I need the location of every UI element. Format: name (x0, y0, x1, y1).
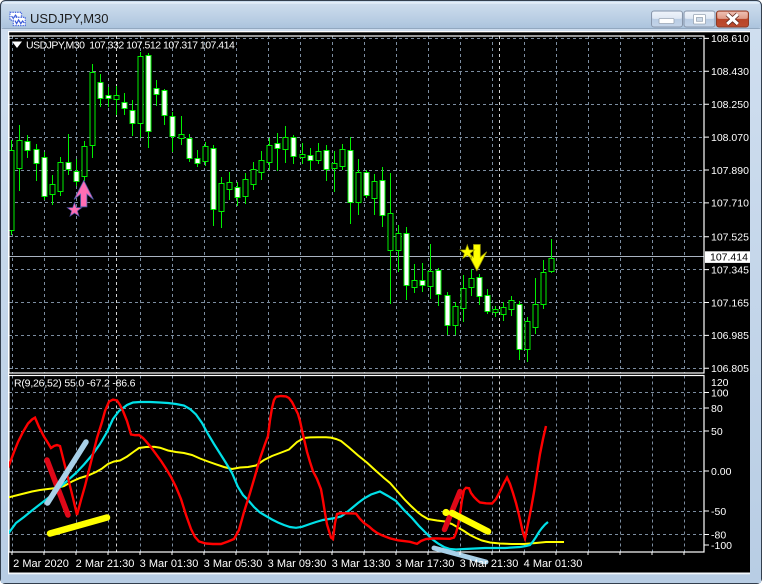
svg-text:106.985: 106.985 (711, 330, 749, 342)
svg-text:107.414: 107.414 (710, 252, 748, 264)
svg-text:4 Mar 01:30: 4 Mar 01:30 (524, 558, 583, 570)
svg-text:107.525: 107.525 (711, 232, 749, 244)
svg-text:R(9,26,52) 55.0 -67.2 -86.6: R(9,26,52) 55.0 -67.2 -86.6 (14, 378, 136, 390)
svg-text:-50: -50 (711, 506, 726, 518)
svg-text:50: 50 (711, 426, 723, 438)
svg-text:107.890: 107.890 (711, 165, 749, 177)
svg-text:2 Mar 21:30: 2 Mar 21:30 (76, 558, 135, 570)
svg-text:107.710: 107.710 (711, 198, 749, 210)
svg-text:USDJPY,M30 107.332 107.512 10: USDJPY,M30 107.332 107.512 107.317 107.4… (26, 40, 235, 52)
svg-text:107.165: 107.165 (711, 297, 749, 309)
svg-text:108.430: 108.430 (711, 66, 749, 78)
svg-text:0.00: 0.00 (711, 466, 732, 478)
svg-text:3 Mar 21:30: 3 Mar 21:30 (460, 558, 519, 570)
svg-text:108.610: 108.610 (711, 33, 749, 45)
svg-text:3 Mar 13:30: 3 Mar 13:30 (332, 558, 391, 570)
svg-text:3 Mar 05:30: 3 Mar 05:30 (204, 558, 263, 570)
svg-text:100: 100 (711, 387, 729, 399)
svg-text:108.250: 108.250 (711, 99, 749, 111)
svg-text:USDJPY,M30: USDJPY,M30 (30, 11, 109, 26)
svg-text:108.070: 108.070 (711, 132, 749, 144)
svg-text:107.345: 107.345 (711, 264, 749, 276)
svg-text:3 Mar 01:30: 3 Mar 01:30 (140, 558, 199, 570)
svg-text:3 Mar 09:30: 3 Mar 09:30 (268, 558, 327, 570)
svg-text:3 Mar 17:30: 3 Mar 17:30 (396, 558, 455, 570)
svg-text:-100: -100 (711, 540, 732, 552)
svg-text:2 Mar 2020: 2 Mar 2020 (13, 558, 69, 570)
svg-text:80: 80 (711, 403, 723, 415)
svg-text:106.805: 106.805 (711, 363, 749, 375)
